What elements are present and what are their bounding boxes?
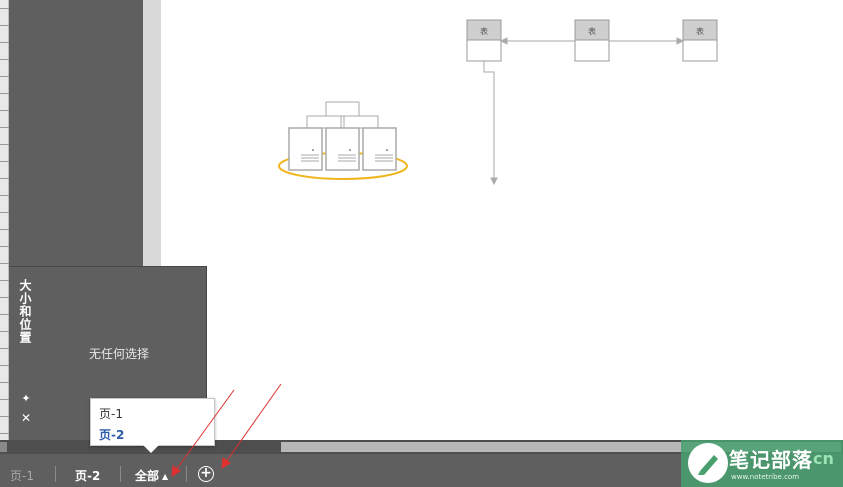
- ruler-tick: [0, 229, 9, 230]
- vertical-ruler: [0, 0, 9, 440]
- watermark: 笔记部落 cn www.notetribe.com: [681, 440, 843, 487]
- ruler-tick: [0, 212, 9, 213]
- tab-all-label: 全部: [135, 469, 160, 483]
- tab-all-pages[interactable]: 全部 ▲: [135, 467, 168, 484]
- ruler-tick: [0, 365, 9, 366]
- watermark-logo-icon: [688, 443, 728, 483]
- ruler-tick: [0, 93, 9, 94]
- server-group[interactable]: [278, 101, 408, 180]
- panel-title: 大小和位置: [18, 279, 32, 344]
- ruler-tick: [0, 25, 9, 26]
- ruler-tick: [0, 195, 9, 196]
- tab-separator: [186, 466, 187, 482]
- watermark-suffix: cn: [813, 449, 834, 468]
- ruler-tick: [0, 433, 9, 434]
- watermark-text: 笔记部落: [729, 448, 813, 472]
- ruler-tick: [0, 297, 9, 298]
- page-list-popup: 页-1 页-2: [90, 398, 215, 453]
- ruler-tick: [0, 331, 9, 332]
- panel-empty-message: 无任何选择: [89, 347, 150, 361]
- watermark-url: www.notetribe.com: [731, 473, 800, 481]
- close-icon[interactable]: ✕: [20, 412, 32, 424]
- ruler-tick: [0, 399, 9, 400]
- ruler-tick: [0, 161, 9, 162]
- server-icon: [288, 127, 323, 171]
- ruler-tick: [0, 280, 9, 281]
- ruler-tick: [0, 178, 9, 179]
- add-page-button[interactable]: +: [198, 466, 214, 482]
- caret-up-icon: ▲: [162, 472, 169, 481]
- ruler-tick: [0, 110, 9, 111]
- ruler-tick: [0, 8, 9, 9]
- server-icon: [325, 127, 360, 171]
- ruler-tick: [0, 127, 9, 128]
- table-shape-2-label: 表: [588, 26, 596, 36]
- ruler-tick: [0, 42, 9, 43]
- ruler-tick: [0, 348, 9, 349]
- drawing-canvas[interactable]: 表 表 表: [161, 0, 843, 440]
- popup-item-page-2[interactable]: 页-2: [99, 426, 124, 443]
- popup-item-page-1[interactable]: 页-1: [99, 405, 123, 422]
- diagram-svg: 表 表 表: [278, 19, 718, 186]
- ruler-tick: [0, 263, 9, 264]
- ruler-tick: [0, 314, 9, 315]
- tab-separator: [120, 466, 121, 482]
- ruler-tick: [0, 76, 9, 77]
- ruler-tick: [0, 416, 9, 417]
- table-shape-1-label: 表: [480, 26, 488, 36]
- server-icon: [362, 127, 397, 171]
- table-shape-3[interactable]: 表: [682, 19, 718, 62]
- connector-1-2[interactable]: [499, 37, 575, 45]
- table-shape-3-label: 表: [696, 26, 704, 36]
- tab-separator: [55, 466, 56, 482]
- ruler-tick: [0, 144, 9, 145]
- connector-2-3[interactable]: [609, 37, 685, 45]
- connector-down[interactable]: [483, 61, 498, 186]
- table-shape-1[interactable]: 表: [466, 19, 502, 62]
- pin-icon[interactable]: ✦: [20, 393, 32, 405]
- table-shape-2[interactable]: 表: [574, 19, 610, 62]
- scroll-left-button[interactable]: [0, 442, 7, 452]
- ruler-tick: [0, 246, 9, 247]
- tab-page-1[interactable]: 页-1: [10, 467, 34, 484]
- ruler-tick: [0, 59, 9, 60]
- tab-page-2[interactable]: 页-2: [75, 467, 100, 484]
- ruler-tick: [0, 382, 9, 383]
